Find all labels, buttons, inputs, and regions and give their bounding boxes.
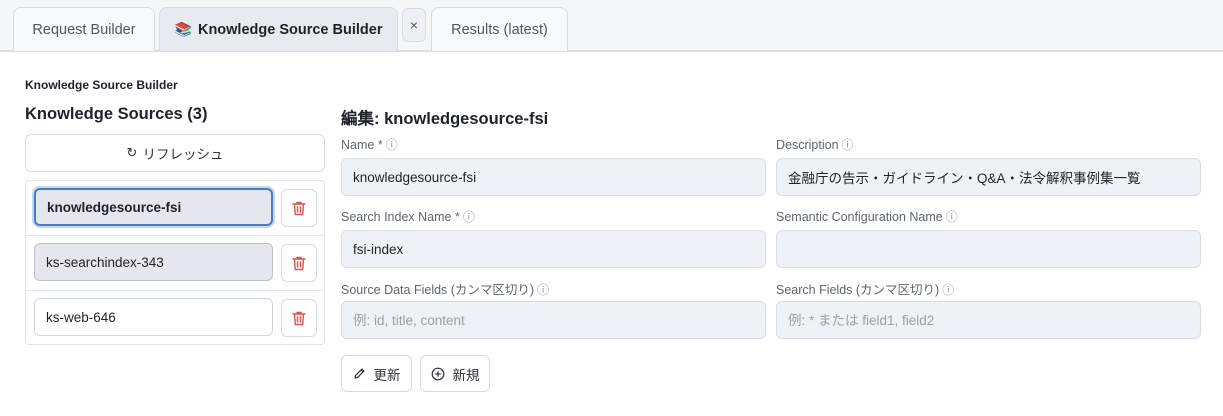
books-icon: 📚 [174, 21, 192, 37]
knowledge-source-item[interactable]: ks-searchindex-343 [34, 243, 273, 281]
knowledge-source-list: knowledgesource-fsi ks-searchindex-343 k… [25, 180, 325, 345]
info-icon[interactable]: ⓘ [942, 283, 954, 297]
close-icon: × [409, 17, 419, 33]
list-item: ks-web-646 [26, 291, 324, 346]
search-fields-field[interactable] [776, 301, 1201, 339]
label-text: Name * [341, 138, 383, 152]
info-icon[interactable]: ⓘ [946, 210, 958, 224]
tab-bar: Request Builder 📚 Knowledge Source Build… [0, 0, 1223, 52]
delete-button[interactable] [281, 299, 317, 337]
trash-icon [292, 256, 306, 270]
semantic-config-label: Semantic Configuration Name ⓘ [776, 208, 958, 225]
close-tab-button[interactable]: × [402, 8, 426, 42]
info-icon[interactable]: ⓘ [842, 138, 854, 152]
knowledge-source-item[interactable]: ks-web-646 [34, 298, 273, 336]
search-index-field[interactable] [341, 230, 766, 268]
trash-icon [292, 201, 306, 215]
update-label: 更新 [373, 367, 401, 383]
info-icon[interactable]: ⓘ [537, 283, 549, 297]
info-icon[interactable]: ⓘ [386, 138, 398, 152]
plus-circle-icon [431, 367, 444, 380]
label-text: Search Fields (カンマ区切り) [776, 283, 940, 297]
new-label: 新規 [452, 367, 480, 383]
label-text: Description [776, 138, 839, 152]
source-fields-field[interactable] [341, 301, 766, 339]
label-text: Search Index Name * [341, 210, 460, 224]
trash-icon [292, 311, 306, 325]
pencil-icon [353, 368, 365, 379]
source-fields-label: Source Data Fields (カンマ区切り) ⓘ [341, 279, 549, 298]
tab-label: Results (latest) [451, 21, 548, 38]
refresh-label: リフレッシュ [142, 147, 224, 162]
tab-results-latest[interactable]: Results (latest) [431, 7, 568, 51]
tab-request-builder[interactable]: Request Builder [13, 7, 155, 51]
delete-button[interactable] [281, 244, 317, 282]
knowledge-sources-heading: Knowledge Sources (3) [25, 105, 208, 123]
refresh-icon: ↻ [126, 145, 138, 160]
label-text: Semantic Configuration Name [776, 210, 943, 224]
info-icon[interactable]: ⓘ [463, 210, 475, 224]
editor-heading: 編集: knowledgesource-fsi [341, 110, 549, 128]
search-index-label: Search Index Name * ⓘ [341, 208, 475, 225]
name-field[interactable] [341, 158, 766, 196]
delete-button[interactable] [281, 189, 317, 227]
search-fields-label: Search Fields (カンマ区切り) ⓘ [776, 279, 954, 298]
description-label: Description ⓘ [776, 136, 854, 153]
tab-knowledge-source-builder[interactable]: 📚 Knowledge Source Builder [159, 7, 398, 51]
tab-label: Request Builder [32, 21, 136, 38]
semantic-config-field[interactable] [776, 230, 1201, 268]
new-button[interactable]: 新規 [420, 355, 490, 392]
description-field[interactable] [776, 158, 1201, 196]
tab-label: Knowledge Source Builder [197, 21, 383, 38]
name-label: Name * ⓘ [341, 136, 398, 153]
label-text: Source Data Fields (カンマ区切り) [341, 283, 535, 297]
list-item: knowledgesource-fsi [26, 181, 324, 236]
page-title: Knowledge Source Builder [25, 78, 178, 92]
list-item: ks-searchindex-343 [26, 236, 324, 291]
refresh-button[interactable]: ↻ リフレッシュ [25, 134, 325, 172]
update-button[interactable]: 更新 [341, 355, 412, 392]
knowledge-source-item[interactable]: knowledgesource-fsi [34, 188, 273, 226]
